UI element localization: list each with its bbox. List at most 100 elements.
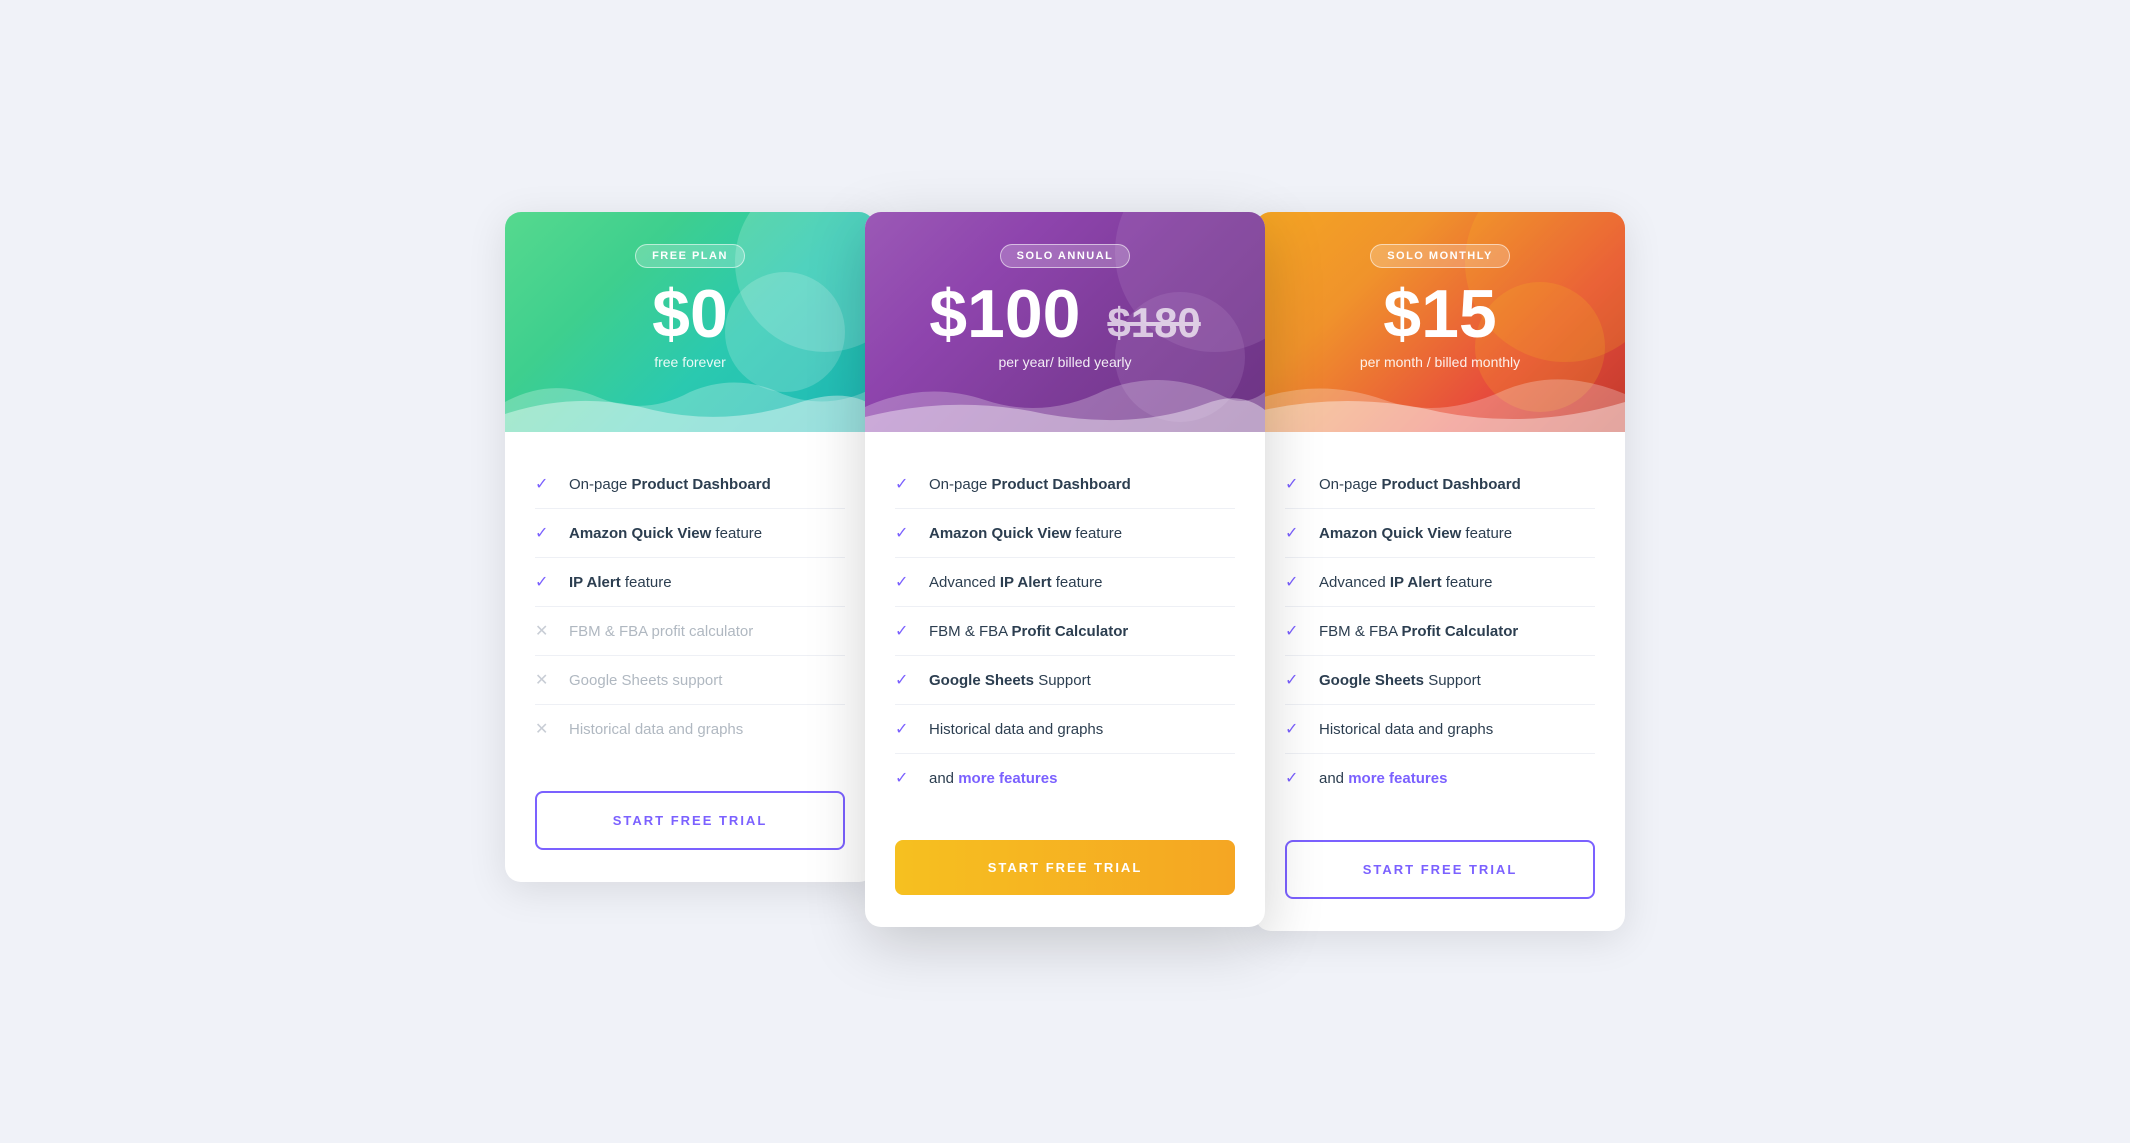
plan-price-solo-annual: $100 $180 — [885, 280, 1245, 348]
list-item: ✓ Advanced IP Alert feature — [895, 558, 1235, 607]
more-features-link[interactable]: more features — [958, 770, 1057, 787]
more-features-link[interactable]: more features — [1348, 770, 1447, 787]
feature-bold-text: Product Dashboard — [632, 476, 771, 493]
feature-bold-text: IP Alert — [569, 574, 621, 591]
list-item: ✕ FBM & FBA profit calculator — [535, 607, 845, 656]
check-icon: ✓ — [895, 523, 915, 543]
feature-text: IP Alert feature — [569, 574, 672, 591]
header-wave-free — [505, 372, 875, 432]
feature-text: Historical data and graphs — [569, 721, 743, 738]
list-item: ✓FBM & FBA Profit Calculator — [1285, 607, 1595, 656]
check-icon: ✓ — [1285, 474, 1305, 494]
feature-bold-text: Product Dashboard — [1382, 476, 1521, 493]
check-icon: ✓ — [1285, 621, 1305, 641]
feature-bold-text: Amazon Quick View — [1319, 525, 1461, 542]
cta-section-solo-monthly: START FREE TRIAL — [1255, 830, 1625, 931]
list-item: ✓ On-page Product Dashboard — [895, 460, 1235, 509]
feature-text: Amazon Quick View feature — [929, 525, 1122, 542]
feature-bold-text: Google Sheets — [1319, 672, 1424, 689]
plan-badge-free: FREE PLAN — [635, 244, 745, 268]
feature-bold-text: Product Dashboard — [992, 476, 1131, 493]
check-icon: ✓ — [895, 719, 915, 739]
list-item: ✓ On-page Product Dashboard — [535, 460, 845, 509]
list-item: ✓ Amazon Quick View feature — [535, 509, 845, 558]
feature-text: On-page Product Dashboard — [1319, 476, 1521, 493]
list-item: ✓ On-page Product Dashboard — [1285, 460, 1595, 509]
check-icon: ✓ — [1285, 572, 1305, 592]
check-icon: ✓ — [535, 572, 555, 592]
start-free-trial-button-solo-monthly[interactable]: START FREE TRIAL — [1285, 840, 1595, 899]
pricing-card-free: FREE PLAN $0 free forever ✓ On-page Product … — [505, 212, 875, 882]
features-list-solo-monthly: ✓ On-page Product Dashboard ✓ Amazon Quick … — [1255, 432, 1625, 830]
feature-bold-text: IP Alert — [1390, 574, 1442, 591]
pricing-card-solo-annual: SOLO ANNUAL $100 $180 per year/ billed yea… — [865, 212, 1265, 927]
x-icon: ✕ — [535, 621, 555, 641]
cta-section-solo-annual: START FREE TRIAL — [865, 830, 1265, 927]
feature-bold-text: IP Alert — [1000, 574, 1052, 591]
feature-text: and more features — [1319, 770, 1447, 787]
feature-text: FBM & FBA profit calculator — [569, 623, 753, 640]
start-free-trial-button-solo-annual[interactable]: START FREE TRIAL — [895, 840, 1235, 895]
list-item: ✕ Historical data and graphs — [535, 705, 845, 753]
check-icon: ✓ — [1285, 719, 1305, 739]
feature-bold-text: Amazon Quick View — [929, 525, 1071, 542]
feature-bold-text: Google Sheets — [929, 672, 1034, 689]
features-list-free: ✓ On-page Product Dashboard ✓ Amazon Quick … — [505, 432, 875, 781]
list-item: ✓ Historical data and graphs — [895, 705, 1235, 754]
list-item: ✓ Advanced IP Alert feature — [1285, 558, 1595, 607]
check-icon: ✓ — [1285, 670, 1305, 690]
list-item: ✓ Google Sheets Support — [895, 656, 1235, 705]
plan-subtitle-solo-annual: per year/ billed yearly — [885, 354, 1245, 370]
check-icon: ✓ — [895, 768, 915, 788]
feature-text: Amazon Quick View feature — [1319, 525, 1512, 542]
feature-text: and more features — [929, 770, 1057, 787]
card-header-solo-annual: SOLO ANNUAL $100 $180 per year/ billed yea… — [865, 212, 1265, 432]
cta-section-free: START FREE TRIAL — [505, 781, 875, 882]
list-item: ✕ Google Sheets support — [535, 656, 845, 705]
feature-text: Advanced IP Alert feature — [1319, 574, 1492, 591]
check-icon: ✓ — [535, 523, 555, 543]
feature-text: Amazon Quick View feature — [569, 525, 762, 542]
feature-text: Historical data and graphs — [1319, 721, 1493, 738]
list-item: ✓ and more features — [895, 754, 1235, 802]
check-icon: ✓ — [895, 572, 915, 592]
header-wave-solo-annual — [865, 372, 1265, 432]
check-icon: ✓ — [1285, 523, 1305, 543]
list-item: ✓ Google Sheets Support — [1285, 656, 1595, 705]
plan-badge-solo-annual: SOLO ANNUAL — [1000, 244, 1131, 268]
feature-bold-text: Profit Calculator — [1012, 623, 1129, 640]
list-item: ✓ Historical data and graphs — [1285, 705, 1595, 754]
check-icon: ✓ — [1285, 768, 1305, 788]
list-item: ✓ and more features — [1285, 754, 1595, 802]
feature-text: Google Sheets support — [569, 672, 722, 689]
feature-text: Advanced IP Alert feature — [929, 574, 1102, 591]
plan-subtitle-free: free forever — [525, 354, 855, 370]
feature-text: Google Sheets Support — [1319, 672, 1481, 689]
feature-text: On-page Product Dashboard — [929, 476, 1131, 493]
feature-text: Google Sheets Support — [929, 672, 1091, 689]
plan-badge-solo-monthly: SOLO MONTHLY — [1370, 244, 1510, 268]
plan-subtitle-solo-monthly: per month / billed monthly — [1275, 354, 1605, 370]
features-list-solo-annual: ✓ On-page Product Dashboard ✓ Amazon Quick … — [865, 432, 1265, 830]
card-header-free: FREE PLAN $0 free forever — [505, 212, 875, 432]
x-icon: ✕ — [535, 670, 555, 690]
check-icon: ✓ — [535, 474, 555, 494]
x-icon: ✕ — [535, 719, 555, 739]
pricing-container: FREE PLAN $0 free forever ✓ On-page Product … — [365, 212, 1765, 931]
plan-price-solo-monthly: $15 — [1275, 280, 1605, 348]
check-icon: ✓ — [895, 474, 915, 494]
card-header-solo-monthly: SOLO MONTHLY $15 per month / billed monthl… — [1255, 212, 1625, 432]
feature-text: FBM & FBA Profit Calculator — [929, 623, 1128, 640]
list-item: ✓ IP Alert feature — [535, 558, 845, 607]
plan-price-free: $0 — [525, 280, 855, 348]
feature-bold-text: Amazon Quick View — [569, 525, 711, 542]
start-free-trial-button-free[interactable]: START FREE TRIAL — [535, 791, 845, 850]
header-wave-solo-monthly — [1255, 372, 1625, 432]
list-item: ✓ Amazon Quick View feature — [1285, 509, 1595, 558]
check-icon: ✓ — [895, 670, 915, 690]
pricing-card-solo-monthly: SOLO MONTHLY $15 per month / billed monthl… — [1255, 212, 1625, 931]
feature-text: Historical data and graphs — [929, 721, 1103, 738]
list-item: ✓FBM & FBA Profit Calculator — [895, 607, 1235, 656]
feature-text: On-page Product Dashboard — [569, 476, 771, 493]
feature-bold-text: Profit Calculator — [1402, 623, 1519, 640]
